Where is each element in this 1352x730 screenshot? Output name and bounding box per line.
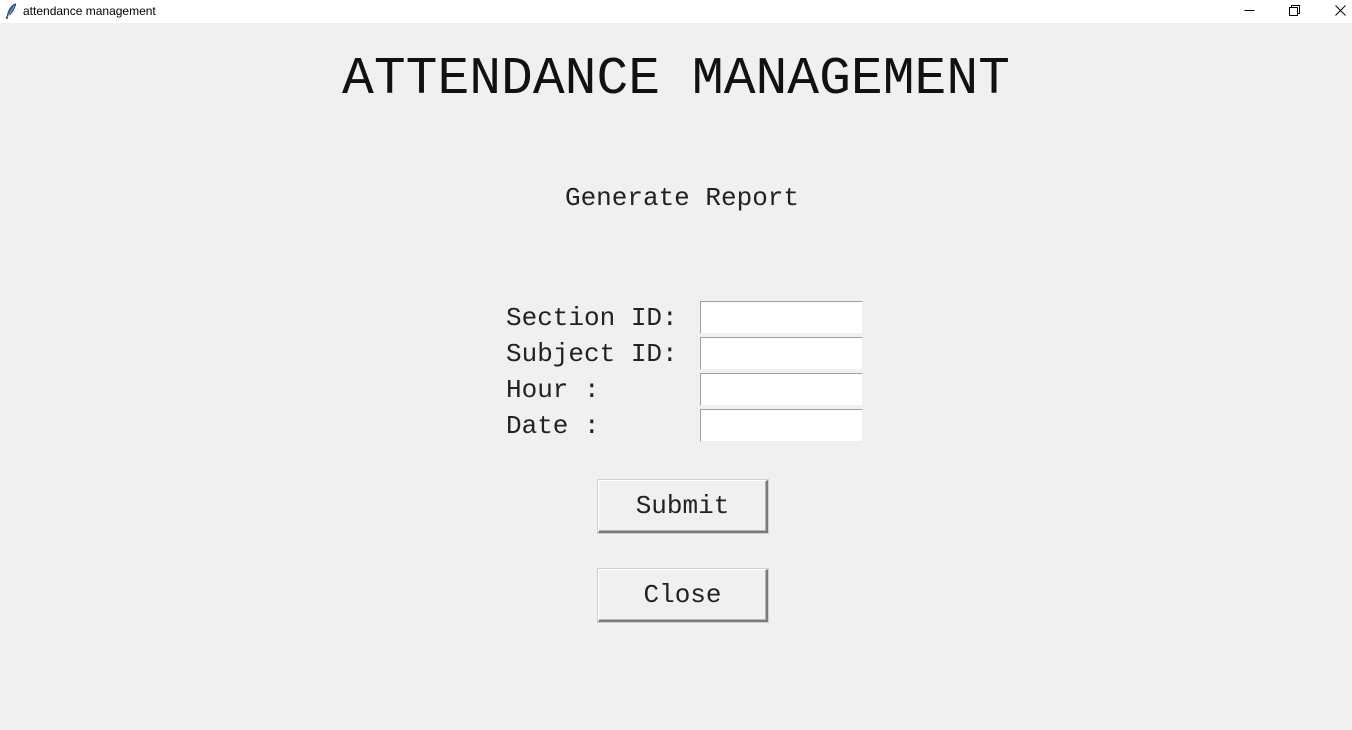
app-heading: ATTENDANCE MANAGEMENT (342, 49, 1010, 109)
minimize-icon (1244, 5, 1255, 19)
section-id-label: Section ID: (506, 303, 678, 333)
submit-button[interactable]: Submit (598, 480, 768, 533)
hour-label: Hour : (506, 375, 600, 405)
restore-icon (1289, 4, 1300, 19)
close-button[interactable]: Close (598, 569, 768, 622)
window-titlebar: attendance management (0, 0, 1352, 23)
close-icon (1335, 4, 1346, 19)
report-subheading: Generate Report (564, 183, 800, 213)
main-content: ATTENDANCE MANAGEMENT Generate Report Se… (0, 23, 1352, 730)
section-id-input[interactable] (700, 301, 863, 334)
feather-icon (5, 3, 17, 19)
date-input[interactable] (700, 409, 863, 442)
subject-id-label: Subject ID: (506, 339, 678, 369)
window-title: attendance management (23, 4, 156, 18)
restore-button[interactable] (1272, 0, 1317, 23)
date-label: Date : (506, 411, 600, 441)
minimize-button[interactable] (1227, 0, 1272, 23)
close-window-button[interactable] (1318, 0, 1352, 23)
subject-id-input[interactable] (700, 337, 863, 370)
hour-input[interactable] (700, 373, 863, 406)
